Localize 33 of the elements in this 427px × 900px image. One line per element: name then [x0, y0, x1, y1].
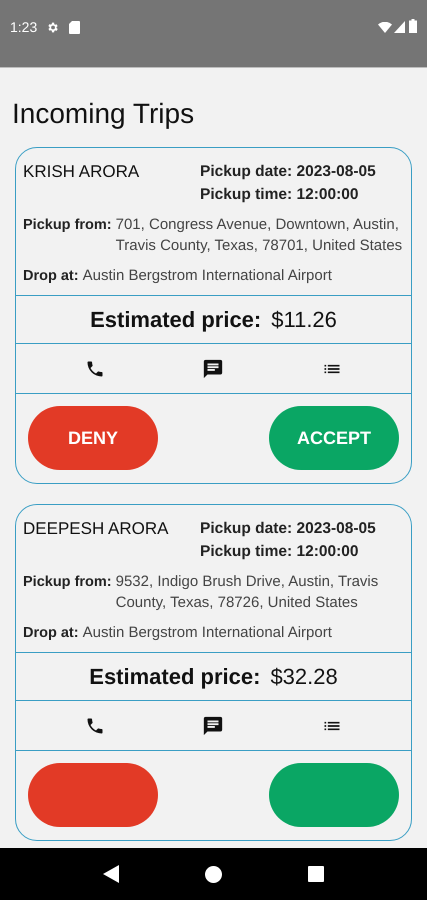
price-label: Estimated price:: [90, 306, 262, 334]
home-icon[interactable]: [205, 866, 222, 882]
pickup-address: 9532, Indigo Brush Drive, Austin, Travis County, Texas, 78726, United States: [116, 572, 380, 612]
gear-icon: [46, 21, 60, 34]
deny-button[interactable]: DENY: [28, 406, 158, 470]
pickup-date: Pickup date: 2023-08-05: [200, 162, 376, 182]
pickup-time: Pickup time: 12:00:00: [200, 542, 360, 562]
accept-button[interactable]: ACCEPT: [269, 406, 399, 470]
field-label: Pickup from:: [23, 573, 113, 592]
field-label: Drop at:: [23, 624, 80, 643]
page-title: Incoming Trips: [12, 97, 196, 131]
field-label: Pickup from:: [23, 216, 113, 235]
rider-name: KRISH ARORA: [23, 161, 140, 183]
message-icon[interactable]: [202, 714, 224, 736]
field-label: Drop at:: [23, 267, 80, 286]
phone-icon[interactable]: [84, 716, 105, 736]
sd-card-icon: [69, 21, 80, 34]
drop-location: Austin Bergstrom International Airport: [82, 623, 332, 643]
phone-icon[interactable]: [84, 358, 105, 378]
drop-location: Austin Bergstrom International Airport: [82, 266, 332, 286]
price-label: Estimated price:: [89, 663, 260, 691]
battery-icon: [409, 19, 417, 33]
pickup-date: Pickup date: 2023-08-05: [200, 519, 376, 539]
rider-name: DEEPESH ARORA: [23, 518, 170, 540]
signal-icon: [394, 21, 405, 33]
message-icon[interactable]: [202, 358, 224, 380]
back-icon[interactable]: [103, 865, 119, 883]
pickup-time: Pickup time: 12:00:00: [200, 185, 360, 205]
pickup-address: 701, Congress Avenue, Downtown, Austin, Travis County, Texas, 78701, United States: [116, 215, 404, 256]
price-value: $32.28: [270, 663, 338, 691]
wifi-icon: [378, 22, 392, 33]
price-value: $11.26: [271, 306, 337, 334]
status-time: 1:23: [10, 18, 38, 37]
